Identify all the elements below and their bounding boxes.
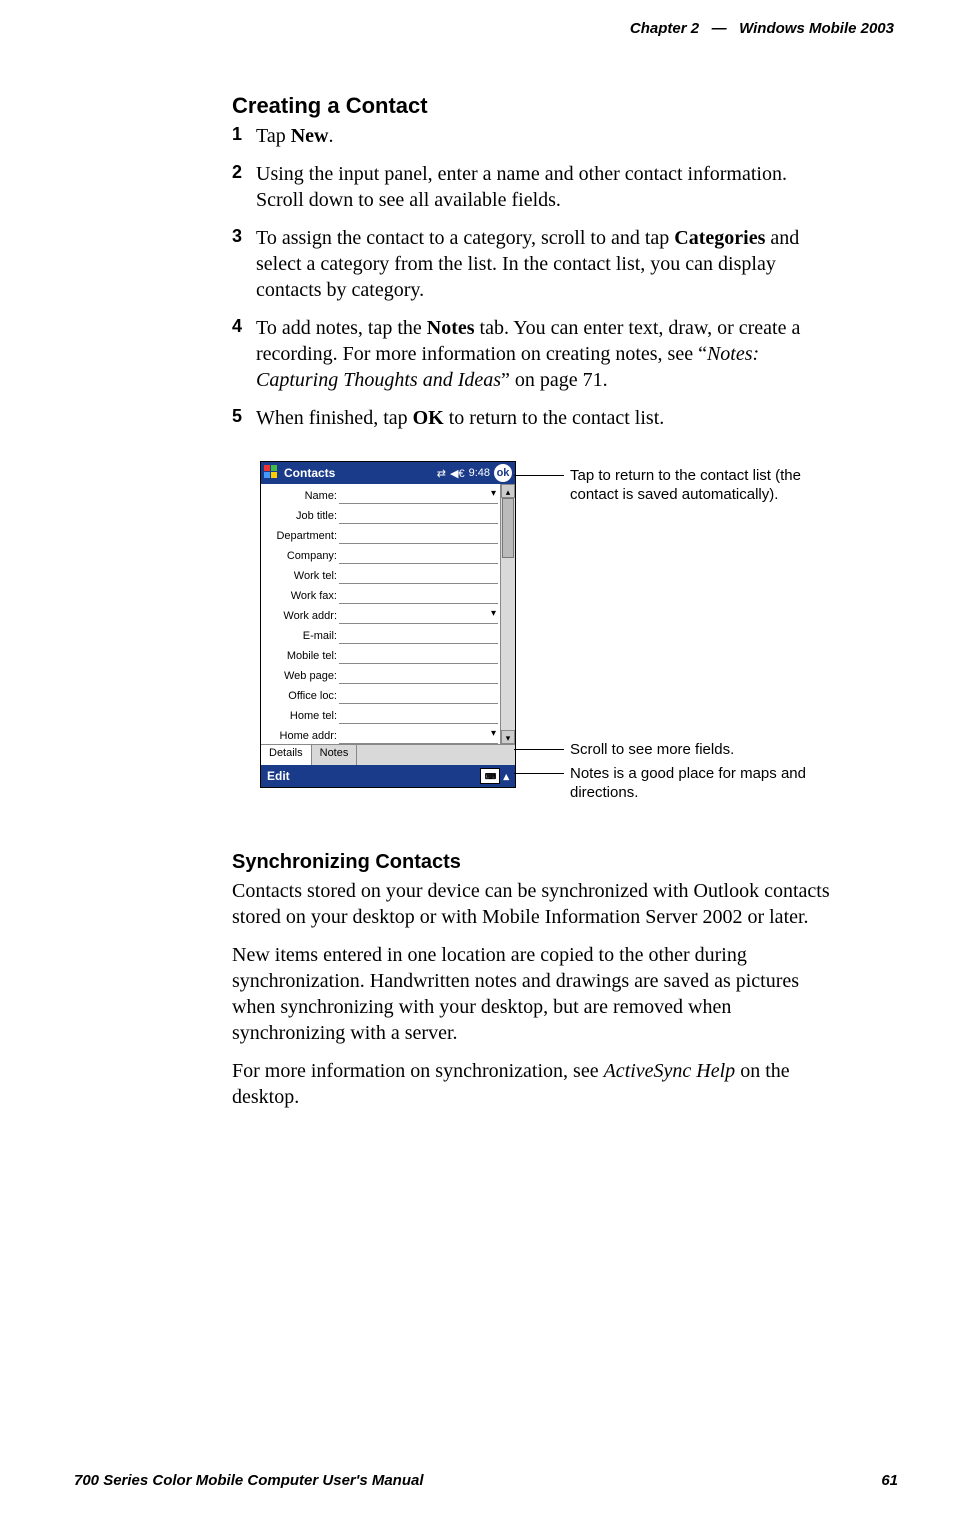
step-4: 4 To add notes, tap the Notes tab. You c… bbox=[232, 315, 832, 393]
start-flag-icon[interactable] bbox=[264, 465, 280, 481]
heading-creating-contact: Creating a Contact bbox=[232, 93, 832, 119]
header-title: Windows Mobile 2003 bbox=[739, 20, 894, 37]
text-field[interactable] bbox=[339, 709, 498, 724]
callout-scroll: Scroll to see more fields. bbox=[570, 741, 734, 760]
text-field[interactable] bbox=[339, 589, 498, 604]
chapter-label: Chapter 2 bbox=[630, 20, 699, 37]
volume-icon[interactable]: ◀€ bbox=[450, 467, 465, 480]
bottom-bar: Edit ⌨ ▴ bbox=[261, 765, 515, 787]
field-label: E-mail: bbox=[261, 630, 339, 642]
sync-para-3: For more information on synchronization,… bbox=[232, 1058, 832, 1110]
step-4-text: To add notes, tap the Notes tab. You can… bbox=[256, 315, 832, 393]
text-field[interactable] bbox=[339, 549, 498, 564]
dropdown-field[interactable] bbox=[339, 729, 498, 744]
field-label: Web page: bbox=[261, 670, 339, 682]
tab-details[interactable]: Details bbox=[261, 745, 312, 765]
field-row: Home addr: bbox=[261, 726, 500, 746]
running-header: Chapter 2 — Windows Mobile 2003 bbox=[74, 20, 898, 37]
ok-button[interactable]: ok bbox=[494, 464, 512, 482]
field-label: Company: bbox=[261, 550, 339, 562]
text-field[interactable] bbox=[339, 629, 498, 644]
text-field[interactable] bbox=[339, 509, 498, 524]
field-label: Work tel: bbox=[261, 570, 339, 582]
page-footer: 700 Series Color Mobile Computer User's … bbox=[74, 1472, 898, 1489]
field-row: Work tel: bbox=[261, 566, 500, 586]
field-row: Name: bbox=[261, 486, 500, 506]
scroll-down-icon[interactable]: ▾ bbox=[501, 730, 515, 744]
callouts: Tap to return to the contact list (the c… bbox=[538, 461, 828, 801]
step-1-text: Tap New. bbox=[256, 123, 333, 149]
tab-notes[interactable]: Notes bbox=[312, 745, 358, 765]
step-1-number: 1 bbox=[232, 123, 248, 149]
titlebar: Contacts ⇄ ◀€ 9:48 ok bbox=[261, 462, 515, 484]
dropdown-field[interactable] bbox=[339, 489, 498, 504]
step-3-number: 3 bbox=[232, 225, 248, 303]
text-field[interactable] bbox=[339, 569, 498, 584]
sync-para-2: New items entered in one location are co… bbox=[232, 942, 832, 1046]
field-label: Work fax: bbox=[261, 590, 339, 602]
field-label: Home tel: bbox=[261, 710, 339, 722]
field-row: Web page: bbox=[261, 666, 500, 686]
field-label: Job title: bbox=[261, 510, 339, 522]
step-5-text: When finished, tap OK to return to the c… bbox=[256, 405, 664, 431]
step-2-number: 2 bbox=[232, 161, 248, 213]
step-1: 1 Tap New. bbox=[232, 123, 832, 149]
clock-text[interactable]: 9:48 bbox=[469, 467, 490, 479]
field-row: Company: bbox=[261, 546, 500, 566]
edit-menu[interactable]: Edit bbox=[267, 769, 290, 783]
steps-list: 1 Tap New. 2 Using the input panel, ente… bbox=[232, 123, 832, 431]
app-title: Contacts bbox=[284, 466, 433, 480]
dropdown-field[interactable] bbox=[339, 609, 498, 624]
sync-para-1: Contacts stored on your device can be sy… bbox=[232, 878, 832, 930]
footer-manual-title: 700 Series Color Mobile Computer User's … bbox=[74, 1472, 424, 1489]
form-fields: Name: Job title: Department: Company: Work t… bbox=[261, 484, 500, 744]
keyboard-icon[interactable]: ⌨ bbox=[480, 768, 500, 784]
field-row: Work addr: bbox=[261, 606, 500, 626]
field-label: Department: bbox=[261, 530, 339, 542]
text-field[interactable] bbox=[339, 529, 498, 544]
field-row: Mobile tel: bbox=[261, 646, 500, 666]
step-2-text: Using the input panel, enter a name and … bbox=[256, 161, 832, 213]
text-field[interactable] bbox=[339, 649, 498, 664]
vertical-scrollbar[interactable]: ▴ ▾ bbox=[500, 484, 515, 744]
field-row: Work fax: bbox=[261, 586, 500, 606]
callout-notes: Notes is a good place for maps and direc… bbox=[570, 765, 828, 803]
scroll-thumb[interactable] bbox=[502, 498, 514, 558]
field-row: Office loc: bbox=[261, 686, 500, 706]
field-row: Home tel: bbox=[261, 706, 500, 726]
step-5-number: 5 bbox=[232, 405, 248, 431]
header-dash: — bbox=[703, 20, 735, 37]
input-selector-icon[interactable]: ▴ bbox=[503, 770, 509, 783]
step-5: 5 When finished, tap OK to return to the… bbox=[232, 405, 832, 431]
field-label: Mobile tel: bbox=[261, 650, 339, 662]
step-4-number: 4 bbox=[232, 315, 248, 393]
field-label: Name: bbox=[261, 490, 339, 502]
heading-sync-contacts: Synchronizing Contacts bbox=[232, 851, 832, 874]
field-label: Office loc: bbox=[261, 690, 339, 702]
field-label: Home addr: bbox=[261, 730, 339, 742]
field-label: Work addr: bbox=[261, 610, 339, 622]
field-row: E-mail: bbox=[261, 626, 500, 646]
field-row: Department: bbox=[261, 526, 500, 546]
step-3-text: To assign the contact to a category, scr… bbox=[256, 225, 832, 303]
contacts-screenshot: Contacts ⇄ ◀€ 9:48 ok Name: Job title: Dep… bbox=[260, 461, 516, 788]
text-field[interactable] bbox=[339, 669, 498, 684]
footer-page-number: 61 bbox=[881, 1472, 898, 1489]
step-2: 2 Using the input panel, enter a name an… bbox=[232, 161, 832, 213]
text-field[interactable] bbox=[339, 689, 498, 704]
connectivity-icon[interactable]: ⇄ bbox=[437, 467, 446, 480]
scroll-up-icon[interactable]: ▴ bbox=[501, 484, 515, 498]
tab-bar: Details Notes bbox=[261, 744, 515, 765]
step-3: 3 To assign the contact to a category, s… bbox=[232, 225, 832, 303]
field-row: Job title: bbox=[261, 506, 500, 526]
callout-ok: Tap to return to the contact list (the c… bbox=[570, 467, 828, 505]
